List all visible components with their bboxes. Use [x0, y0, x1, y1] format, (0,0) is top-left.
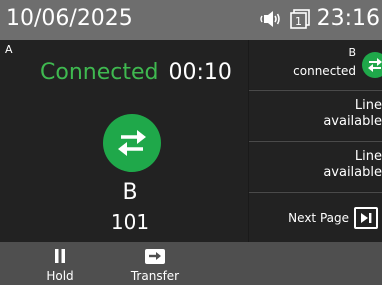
line-keys: B connected Line available Line availabl… — [249, 40, 382, 243]
call-timer: 00:10 — [168, 60, 232, 85]
call-status: Connected 00:10 — [40, 60, 232, 85]
next-page: Next Page — [288, 207, 378, 229]
transfer-label: Transfer — [130, 269, 180, 283]
speaker-icon — [259, 9, 283, 29]
line-key-status: available — [323, 114, 382, 129]
phone-screen: 10/06/2025 1 23:16 A Connected 00:10 B 1… — [0, 0, 382, 285]
transfer-arrows-icon — [362, 52, 382, 78]
active-call-panel: A Connected 00:10 B 101 — [0, 40, 248, 242]
line-key-name: B — [348, 46, 356, 59]
hold-label: Hold — [46, 269, 74, 283]
next-page-icon — [354, 207, 378, 229]
clock: 23:16 — [316, 6, 380, 31]
transfer-button[interactable]: Transfer — [115, 242, 195, 285]
date: 10/06/2025 — [6, 6, 133, 31]
pause-icon — [54, 247, 66, 265]
softkey-bar: Hold Transfer — [0, 242, 382, 285]
transfer-arrows-icon[interactable] — [103, 114, 161, 172]
line-label: A — [5, 43, 13, 56]
line-key-status: connected — [293, 64, 356, 78]
status-indicators: 1 23:16 — [259, 6, 380, 31]
line-key-2[interactable]: Line available — [249, 90, 382, 140]
line-key-label: Line — [354, 98, 382, 113]
caller-name: B — [122, 180, 138, 205]
next-page-button[interactable]: Next Page — [249, 192, 382, 243]
line-key-b[interactable]: B connected — [249, 40, 382, 89]
next-page-label: Next Page — [288, 211, 349, 225]
line-key-label: Line — [354, 149, 382, 164]
transfer-icon — [145, 247, 165, 265]
call-state-text: Connected — [40, 60, 159, 85]
line-page-number: 1 — [295, 15, 302, 28]
status-bar: 10/06/2025 1 23:16 — [0, 0, 382, 40]
line-key-status: available — [323, 165, 382, 180]
line-key-3[interactable]: Line available — [249, 141, 382, 191]
line-page-icon: 1 — [289, 8, 311, 30]
hold-button[interactable]: Hold — [20, 242, 100, 285]
caller-number: 101 — [110, 210, 150, 234]
